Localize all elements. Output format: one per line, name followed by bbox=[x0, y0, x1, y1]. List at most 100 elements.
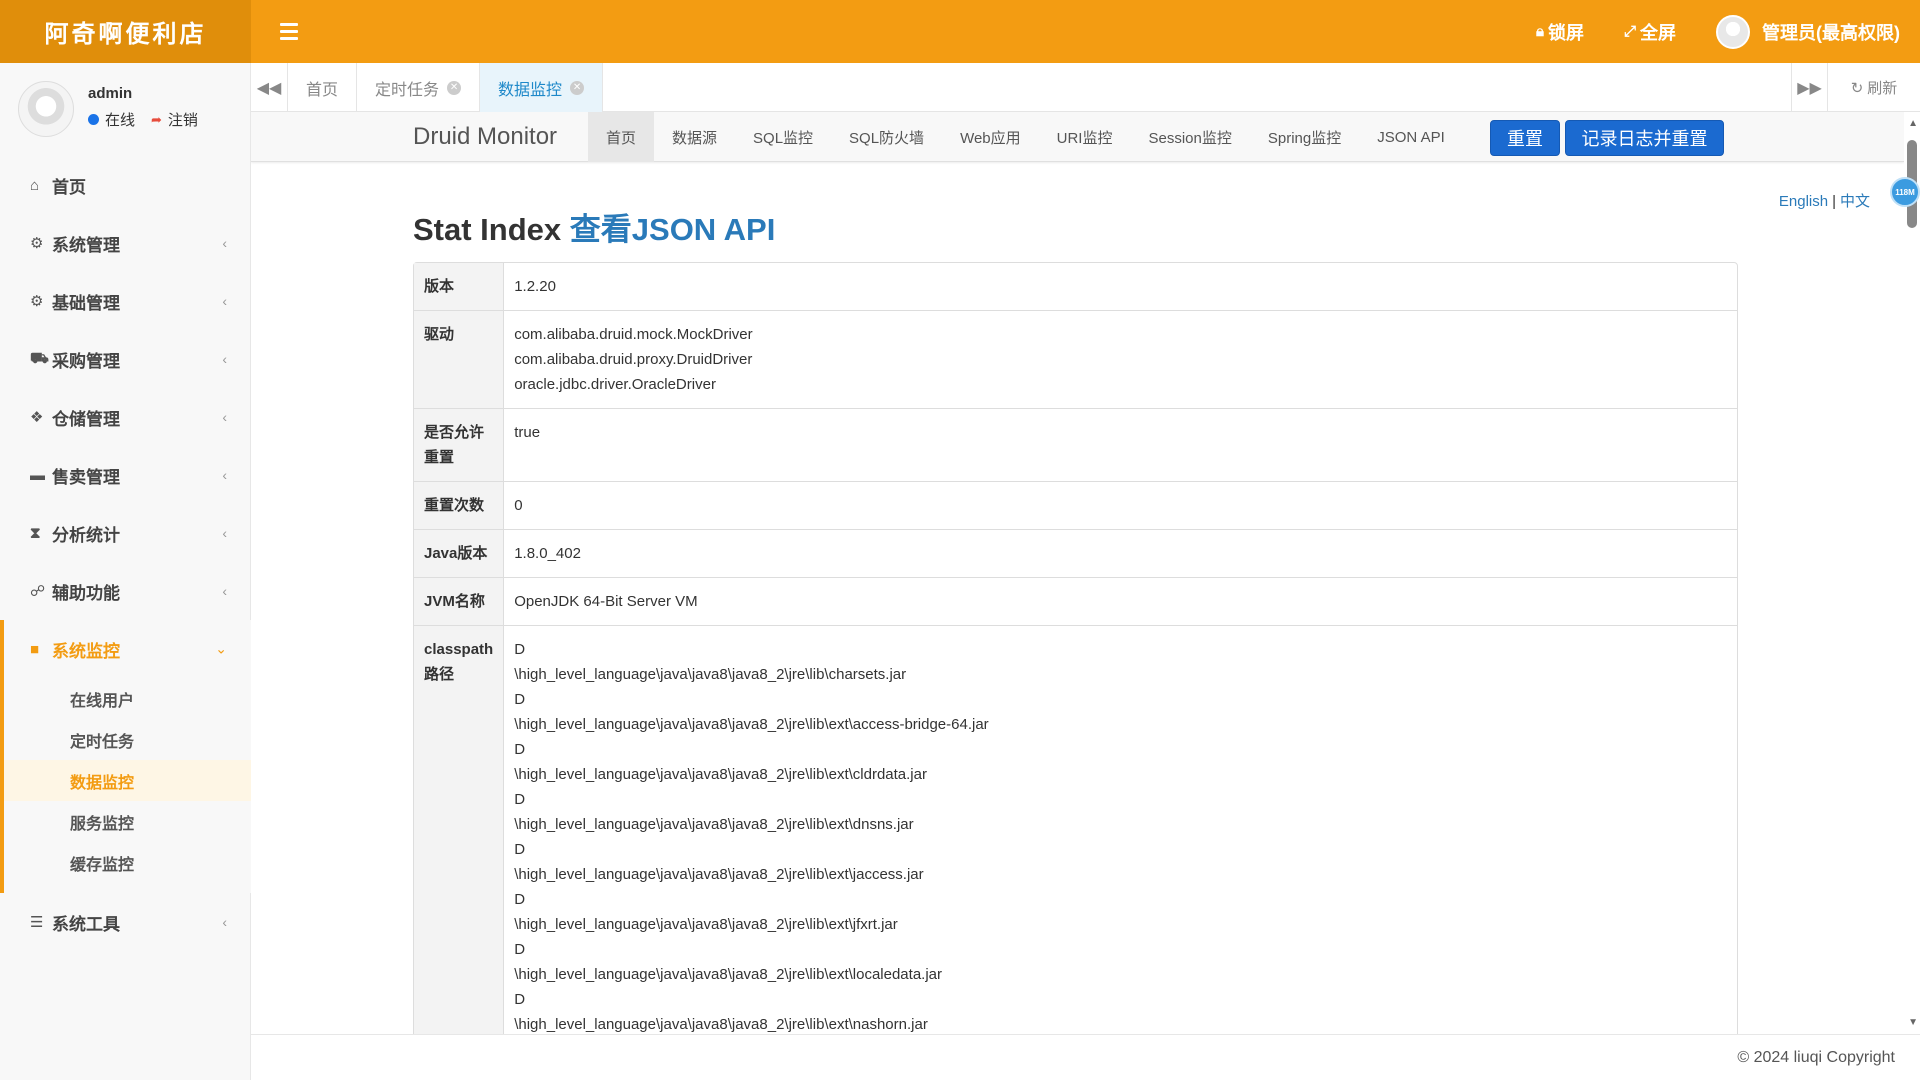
chevron-left-icon: ‹ bbox=[222, 914, 227, 930]
stat-key: 驱动 bbox=[414, 310, 505, 408]
stat-value-line: true bbox=[514, 424, 541, 441]
stat-value-line: oracle.jdbc.driver.OracleDriver bbox=[514, 376, 716, 393]
lang-english-link[interactable]: English bbox=[1779, 193, 1828, 210]
double-chevron-left-icon: ◀◀ bbox=[256, 79, 282, 97]
sidebar-item-label: 分析统计 bbox=[52, 525, 120, 545]
app-logo[interactable]: 阿奇啊便利店 bbox=[0, 0, 251, 63]
lock-screen-button[interactable]: 🔒︎ 锁屏 bbox=[1536, 19, 1584, 45]
druid-nav-datasource[interactable]: 数据源 bbox=[654, 112, 735, 162]
sidebar-item-label: 首页 bbox=[52, 177, 86, 197]
video-camera-icon: ■ bbox=[30, 640, 40, 658]
truck-icon: ⛟ bbox=[30, 349, 49, 367]
druid-nav-json-api[interactable]: JSON API bbox=[1359, 112, 1463, 162]
tab-data-monitor[interactable]: 数据监控 ✕ bbox=[480, 63, 604, 112]
sidebar-item-sales-management[interactable]: ▬ 售卖管理 ‹ bbox=[0, 446, 251, 504]
tab-home[interactable]: 首页 bbox=[288, 63, 358, 112]
druid-nav-uri-monitor[interactable]: URI监控 bbox=[1039, 112, 1131, 162]
stat-value-line: com.alibaba.druid.mock.MockDriver bbox=[514, 326, 753, 343]
view-json-api-link[interactable]: 查看JSON API bbox=[570, 212, 776, 247]
stat-value-line: \high_level_language\java\java8\java8_2\… bbox=[514, 966, 942, 983]
chevron-left-icon: ‹ bbox=[222, 467, 227, 483]
tabs-scroll-left-button[interactable]: ◀◀ bbox=[251, 63, 288, 112]
stat-value: D \high_level_language\java\java8\java8_2… bbox=[504, 625, 1737, 1034]
gear-icon: ⚙ bbox=[30, 235, 44, 252]
expand-icon: ⤢ bbox=[1623, 23, 1636, 40]
reset-button[interactable]: 重置 bbox=[1490, 120, 1560, 156]
chevron-left-icon: ‹ bbox=[222, 409, 227, 425]
stat-value-line: \high_level_language\java\java8\java8_2\… bbox=[514, 766, 927, 783]
submenu-item-online-users[interactable]: 在线用户 bbox=[4, 678, 251, 719]
chevron-left-icon: ‹ bbox=[222, 525, 227, 541]
chevron-left-icon: ‹ bbox=[222, 583, 227, 599]
chevron-left-icon: ‹ bbox=[222, 235, 227, 251]
lock-screen-label: 锁屏 bbox=[1547, 22, 1584, 43]
sidebar-toggle-button[interactable] bbox=[280, 18, 302, 44]
close-icon[interactable]: ✕ bbox=[570, 80, 585, 95]
refresh-button[interactable]: ↻ 刷新 bbox=[1828, 63, 1920, 112]
tab-scheduled-tasks[interactable]: 定时任务 ✕ bbox=[357, 63, 481, 112]
stat-index-table: 版本 1.2.20 驱动 com.alibaba.druid.mock.MockDri… bbox=[413, 262, 1738, 1034]
sidebar-item-warehouse-management[interactable]: ❖ 仓储管理 ‹ bbox=[0, 388, 251, 446]
scroll-down-arrow-icon[interactable]: ▼ bbox=[1908, 1017, 1918, 1028]
user-name: admin bbox=[88, 85, 133, 102]
stat-value-line: 1.8.0_402 bbox=[514, 545, 581, 562]
hourglass-icon: ⧗ bbox=[30, 524, 41, 542]
user-menu[interactable]: 管理员(最高权限) bbox=[1716, 14, 1900, 49]
stat-row: classpath路径 D \high_level_language\java\ja… bbox=[414, 625, 1737, 1034]
scroll-up-arrow-icon[interactable]: ▲ bbox=[1908, 118, 1918, 129]
druid-navbar: Druid Monitor 首页 数据源 SQL监控 SQL防火墙 Web应用 … bbox=[251, 112, 1904, 162]
stat-value-line: OpenJDK 64-Bit Server VM bbox=[514, 593, 698, 610]
sidebar-item-system-monitor[interactable]: ■ 系统监控 ⌄ bbox=[4, 620, 251, 678]
sidebar-item-purchase-management[interactable]: ⛟ 采购管理 ‹ bbox=[0, 330, 251, 388]
submenu-item-server-monitor[interactable]: 服务监控 bbox=[4, 801, 251, 842]
fullscreen-button[interactable]: ⤢ 全屏 bbox=[1624, 19, 1676, 45]
stat-value-line: D bbox=[514, 841, 526, 858]
stat-value-line: D bbox=[514, 991, 526, 1008]
stat-value-line: 1.2.20 bbox=[514, 278, 556, 295]
druid-nav-session-monitor[interactable]: Session监控 bbox=[1130, 112, 1249, 162]
druid-brand[interactable]: Druid Monitor bbox=[413, 123, 557, 151]
stat-value-line: D bbox=[514, 891, 526, 908]
submenu-item-scheduled-tasks[interactable]: 定时任务 bbox=[4, 719, 251, 760]
submenu-item-cache-monitor[interactable]: 缓存监控 bbox=[4, 842, 251, 883]
lang-chinese-link[interactable]: 中文 bbox=[1840, 193, 1870, 210]
memory-usage-badge[interactable]: 118M bbox=[1890, 177, 1920, 207]
sidebar-item-label: 系统管理 bbox=[52, 235, 120, 255]
vertical-scrollbar[interactable]: ▲ ▼ bbox=[1904, 112, 1920, 1034]
stat-value: com.alibaba.druid.mock.MockDriver com.ali… bbox=[504, 310, 1737, 408]
top-navbar: 阿奇啊便利店 🔒︎ 锁屏 ⤢ 全屏 管理员(最高权限) bbox=[0, 0, 1920, 63]
sidebar-item-home[interactable]: ⌂ 首页 bbox=[0, 156, 251, 214]
sidebar-item-label: 辅助功能 bbox=[52, 583, 120, 603]
tabs-scroll-right-button[interactable]: ▶▶ bbox=[1791, 63, 1828, 112]
hamburger-icon bbox=[280, 22, 298, 26]
stat-value: 1.8.0_402 bbox=[504, 529, 1737, 577]
page-title: Stat Index 查看JSON API bbox=[413, 204, 775, 249]
stat-value-line: \high_level_language\java\java8\java8_2\… bbox=[514, 916, 898, 933]
sidebar-item-auxiliary-functions[interactable]: ☍ 辅助功能 ‹ bbox=[0, 562, 251, 620]
lang-separator: | bbox=[1832, 193, 1836, 210]
chevron-down-icon: ⌄ bbox=[215, 640, 227, 657]
sidebar-item-basic-management[interactable]: ⚙ 基础管理 ‹ bbox=[0, 272, 251, 330]
sidebar-item-system-tools[interactable]: ☰ 系统工具 ‹ bbox=[0, 893, 251, 951]
sidebar-item-analysis-statistics[interactable]: ⧗ 分析统计 ‹ bbox=[0, 504, 251, 562]
stat-row: JVM名称 OpenJDK 64-Bit Server VM bbox=[414, 577, 1737, 625]
home-icon: ⌂ bbox=[30, 176, 40, 194]
druid-nav-sql-monitor[interactable]: SQL监控 bbox=[735, 112, 831, 162]
druid-nav-home[interactable]: 首页 bbox=[588, 112, 655, 162]
submenu-item-data-monitor[interactable]: 数据监控 bbox=[4, 760, 251, 801]
tab-label: 数据监控 bbox=[498, 81, 563, 99]
copyright-text: © 2024 liuqi Copyright bbox=[1737, 1049, 1895, 1066]
double-chevron-right-icon: ▶▶ bbox=[1797, 79, 1822, 97]
sidebar-item-label: 采购管理 bbox=[52, 351, 120, 371]
druid-nav-web-app[interactable]: Web应用 bbox=[942, 112, 1039, 162]
druid-nav-spring-monitor[interactable]: Spring监控 bbox=[1250, 112, 1359, 162]
handshake-icon: ☍ bbox=[30, 583, 46, 600]
log-and-reset-button[interactable]: 记录日志并重置 bbox=[1565, 120, 1724, 156]
sign-out-icon[interactable]: ➦ bbox=[151, 112, 162, 128]
sidebar-item-label: 系统工具 bbox=[52, 914, 120, 934]
close-icon[interactable]: ✕ bbox=[447, 80, 462, 95]
user-avatar bbox=[18, 81, 74, 137]
logout-link[interactable]: 注销 bbox=[168, 109, 198, 130]
druid-nav-sql-firewall[interactable]: SQL防火墙 bbox=[831, 112, 942, 162]
sidebar-item-system-management[interactable]: ⚙ 系统管理 ‹ bbox=[0, 214, 251, 272]
